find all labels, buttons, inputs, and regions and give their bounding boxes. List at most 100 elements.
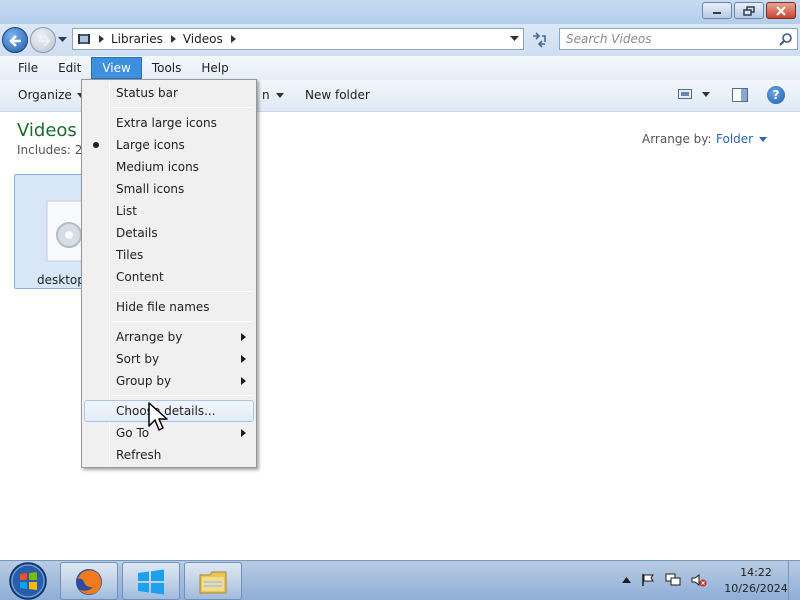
menu-item-label: Medium icons — [116, 160, 199, 174]
menu-tools[interactable]: Tools — [142, 57, 192, 79]
search-placeholder: Search Videos — [566, 32, 652, 46]
taskbar-windows-store[interactable] — [122, 562, 180, 600]
menu-item-label: Arrange by — [116, 330, 183, 344]
breadcrumb-libraries[interactable]: Libraries — [111, 32, 163, 46]
breadcrumb-videos[interactable]: Videos — [183, 32, 223, 46]
refresh-icon[interactable] — [528, 30, 550, 50]
forward-button[interactable] — [30, 27, 56, 53]
menu-separator — [112, 321, 252, 322]
restore-button[interactable] — [734, 2, 764, 19]
menu-item-label: Go To — [116, 426, 150, 440]
address-bar[interactable]: Libraries Videos — [72, 28, 524, 50]
library-includes[interactable]: Includes: 2 — [17, 143, 82, 157]
menu-item-sort-by[interactable]: Sort by — [84, 348, 254, 370]
search-icon[interactable] — [779, 32, 793, 46]
submenu-arrow-icon — [241, 429, 246, 437]
close-icon — [776, 5, 786, 16]
menu-item-label: Details — [116, 226, 158, 240]
menu-item-status-bar[interactable]: Status bar — [84, 82, 254, 104]
show-hidden-icons-icon[interactable] — [622, 577, 631, 583]
chevron-right-icon[interactable] — [170, 35, 176, 43]
organize-label: Organize — [18, 88, 72, 102]
chevron-down-icon — [275, 92, 284, 98]
system-tray — [622, 573, 707, 587]
window-controls — [702, 2, 796, 19]
view-icon — [678, 89, 692, 99]
obscured-toolbar-button[interactable]: n — [262, 88, 284, 102]
organize-button[interactable]: Organize — [18, 88, 85, 102]
menu-item-group-by[interactable]: Group by — [84, 370, 254, 392]
change-view-button[interactable] — [678, 88, 710, 100]
restore-icon — [743, 5, 755, 16]
arrange-by-label: Arrange by: — [642, 132, 712, 146]
menu-item-label: Hide file names — [116, 300, 210, 314]
menu-edit[interactable]: Edit — [48, 57, 91, 79]
network-icon[interactable] — [665, 573, 681, 587]
minimize-button[interactable] — [702, 2, 732, 19]
chevron-down-icon — [702, 91, 710, 97]
menu-item-details[interactable]: Details — [84, 222, 254, 244]
menu-item-label: Group by — [116, 374, 172, 388]
back-button[interactable] — [2, 27, 28, 53]
action-center-flag-icon[interactable] — [641, 573, 655, 587]
submenu-arrow-icon — [241, 355, 246, 363]
close-button[interactable] — [766, 2, 796, 19]
show-desktop-button[interactable] — [788, 561, 800, 600]
taskbar-clock[interactable]: 14:22 10/26/2024 — [718, 565, 794, 597]
obscured-toolbar-label: n — [262, 88, 270, 102]
menu-item-list[interactable]: List — [84, 200, 254, 222]
address-dropdown-icon[interactable] — [510, 36, 519, 42]
menu-item-label: Extra large icons — [116, 116, 217, 130]
arrange-by-value: Folder — [716, 132, 754, 146]
menu-item-label: Content — [116, 270, 164, 284]
menu-item-refresh[interactable]: Refresh — [84, 444, 254, 466]
minimize-icon — [713, 11, 721, 14]
menu-item-content[interactable]: Content — [84, 266, 254, 288]
taskbar-firefox[interactable] — [60, 562, 118, 600]
clock-date: 10/26/2024 — [724, 582, 788, 595]
mouse-cursor-icon — [148, 402, 168, 431]
menu-item-label: Sort by — [116, 352, 160, 366]
start-button-icon[interactable] — [3, 561, 53, 600]
library-icon — [77, 32, 91, 46]
firefox-icon — [76, 569, 102, 595]
submenu-arrow-icon — [241, 333, 246, 341]
menu-item-label: Small icons — [116, 182, 185, 196]
taskbar: 14:22 10/26/2024 — [0, 560, 800, 600]
menu-item-arrange-by[interactable]: Arrange by — [84, 326, 254, 348]
menu-separator — [112, 395, 252, 396]
menu-separator — [112, 291, 252, 292]
menu-item-extra-large-icons[interactable]: Extra large icons — [84, 112, 254, 134]
menu-item-large-icons[interactable]: Large icons — [84, 134, 254, 156]
chevron-right-icon — [99, 35, 104, 43]
taskbar-file-explorer[interactable] — [184, 562, 242, 600]
help-icon[interactable]: ? — [767, 86, 785, 104]
search-input[interactable]: Search Videos — [559, 28, 798, 50]
forward-arrow-icon — [39, 35, 51, 47]
menu-file[interactable]: File — [8, 57, 48, 79]
menu-item-label: List — [116, 204, 137, 218]
menu-item-label: Large icons — [116, 138, 185, 152]
menu-item-label: Status bar — [116, 86, 178, 100]
menu-view[interactable]: View — [91, 57, 142, 79]
volume-muted-icon[interactable] — [691, 573, 707, 587]
menu-help[interactable]: Help — [191, 57, 238, 79]
title-bar — [0, 0, 800, 24]
new-folder-button[interactable]: New folder — [305, 88, 370, 102]
windows-logo-icon — [138, 569, 164, 595]
menu-separator — [112, 107, 252, 108]
menu-item-small-icons[interactable]: Small icons — [84, 178, 254, 200]
address-row: Libraries Videos Search Videos — [0, 24, 800, 56]
menu-item-tiles[interactable]: Tiles — [84, 244, 254, 266]
recent-pages-dropdown-icon[interactable] — [58, 37, 67, 43]
library-title: Videos — [17, 120, 77, 141]
menu-item-medium-icons[interactable]: Medium icons — [84, 156, 254, 178]
submenu-arrow-icon — [241, 377, 246, 385]
preview-pane-icon[interactable] — [732, 88, 748, 102]
menu-item-label: Tiles — [116, 248, 144, 262]
menu-bar: File Edit View Tools Help — [0, 56, 800, 80]
menu-item-hide-file-names[interactable]: Hide file names — [84, 296, 254, 318]
arrange-by-dropdown[interactable]: Folder — [716, 132, 768, 146]
chevron-right-icon[interactable] — [230, 35, 236, 43]
chevron-down-icon — [759, 136, 768, 142]
